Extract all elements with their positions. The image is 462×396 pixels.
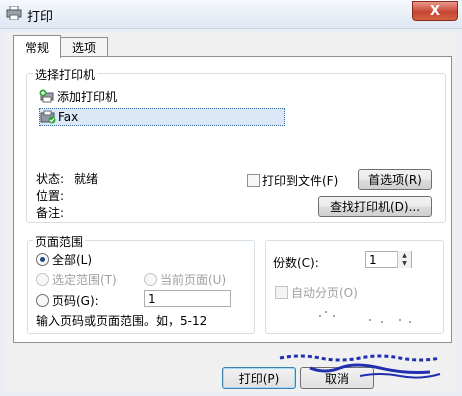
- collate-checkbox[interactable]: [275, 286, 288, 299]
- location-label: 位置:: [36, 189, 65, 203]
- page-range-all-label: 全部(L): [52, 253, 93, 267]
- printer-name: 添加打印机: [57, 89, 118, 104]
- tab-label: 选项: [71, 41, 96, 55]
- printer-item-fax[interactable]: Fax: [39, 108, 285, 126]
- tab-general[interactable]: 常规: [13, 35, 61, 58]
- preferences-button-label: 首选项(R): [368, 173, 422, 187]
- page-range-selection-radio[interactable]: [36, 273, 49, 286]
- close-button[interactable]: X: [412, 1, 458, 21]
- page-range-current-page-radio[interactable]: [144, 273, 157, 286]
- add-printer-icon: [39, 89, 55, 103]
- tab-label: 常规: [24, 40, 49, 55]
- page-range-pages-label: 页码(G):: [52, 294, 99, 308]
- page-range-selection-label: 选定范围(T): [52, 273, 117, 287]
- spin-up-icon[interactable]: ▲: [398, 251, 411, 259]
- printer-list[interactable]: 添加打印机 Fax: [35, 86, 285, 146]
- print-to-file-label: 打印到文件(F): [262, 174, 339, 188]
- copies-label: 份数(C):: [273, 256, 319, 270]
- title-bar: 打印 X: [0, 0, 462, 29]
- preferences-button[interactable]: 首选项(R): [358, 169, 432, 190]
- collate-label: 自动分页(O): [291, 286, 358, 300]
- printer-item-add[interactable]: 添加打印机: [39, 88, 117, 104]
- status-label: 状态:: [36, 172, 65, 186]
- status-value: 就绪: [74, 172, 99, 186]
- page-range-hint: 输入页码或页面范围。如，5-12: [36, 314, 208, 328]
- page-range-pages-radio[interactable]: [36, 294, 49, 307]
- collate-illustration: [319, 311, 411, 323]
- page-range-current-page-label: 当前页面(U): [160, 273, 227, 287]
- printer-name: Fax: [58, 110, 79, 124]
- page-range-all-radio[interactable]: [36, 253, 49, 266]
- window-title: 打印: [27, 10, 54, 25]
- find-printer-button[interactable]: 查找打印机(D)...: [318, 196, 432, 217]
- copies-stepper[interactable]: ▲ ▼: [397, 251, 411, 268]
- select-printer-group-label: 选择打印机: [33, 66, 98, 83]
- find-printer-button-label: 查找打印机(D)...: [329, 200, 421, 214]
- scribble-annotation: [279, 354, 441, 379]
- comment-label: 备注:: [36, 206, 65, 220]
- tab-options[interactable]: 选项: [60, 37, 108, 57]
- page-range-pages-input[interactable]: 1: [144, 290, 231, 307]
- fax-icon: [40, 110, 56, 124]
- print-to-file-checkbox[interactable]: [247, 174, 260, 187]
- page-range-group-label: 页面范围: [33, 233, 86, 250]
- printer-icon: [6, 5, 22, 21]
- close-icon: X: [429, 3, 441, 19]
- spin-down-icon[interactable]: ▼: [398, 259, 411, 267]
